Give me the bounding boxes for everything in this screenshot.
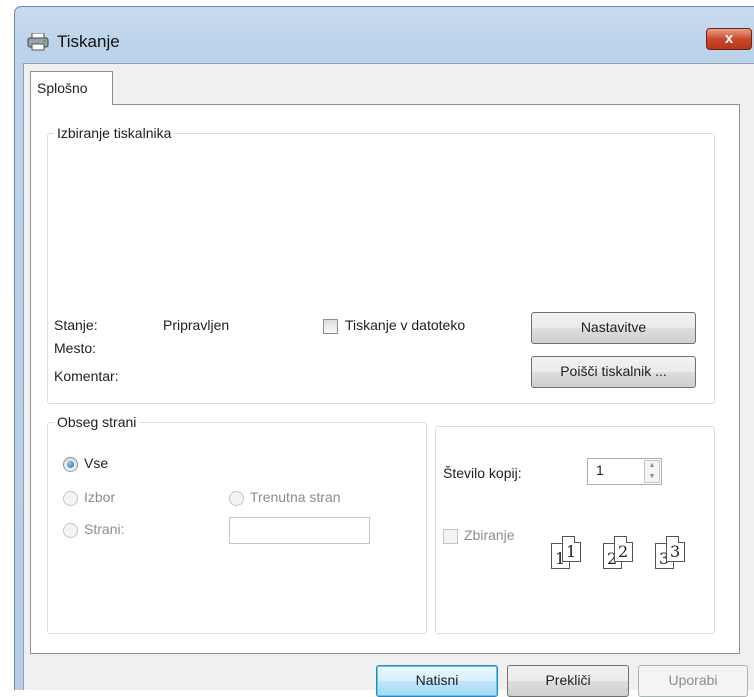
comment-label: Komentar: (54, 368, 119, 384)
print-to-file-checkbox[interactable] (323, 319, 338, 334)
collate-page-1b: 1 (562, 536, 581, 562)
selection-radio[interactable] (63, 491, 78, 506)
close-button[interactable]: x (706, 28, 752, 50)
spin-up-icon[interactable]: ▲ (645, 461, 659, 472)
all-pages-radio[interactable] (63, 457, 78, 472)
copies-spinner[interactable]: ▲ ▼ (644, 460, 660, 483)
current-page-label[interactable]: Trenutna stran (250, 489, 341, 505)
copies-count-label: Število kopij: (443, 465, 522, 481)
print-dialog-window: Tiskanje x Splošno Izbiranje tiskalnika … (14, 6, 754, 697)
pages-input[interactable] (229, 517, 370, 544)
spin-down-icon[interactable]: ▼ (645, 472, 659, 483)
print-button[interactable]: Natisni (376, 665, 498, 697)
current-page-radio[interactable] (229, 491, 244, 506)
printer-icon (27, 33, 49, 51)
tab-panel-general: Izbiranje tiskalnika Stanje: Pripravljen… (30, 104, 740, 654)
print-to-file-label[interactable]: Tiskanje v datoteko (345, 317, 465, 333)
collate-label[interactable]: Zbiranje (464, 527, 515, 543)
apply-button[interactable]: Uporabi (638, 665, 748, 697)
collate-checkbox[interactable] (443, 529, 458, 544)
pages-radio[interactable] (63, 523, 78, 538)
status-label: Stanje: (54, 317, 98, 333)
collate-page-2b: 2 (614, 536, 633, 562)
page-range-legend: Obseg strani (57, 414, 137, 430)
all-pages-label[interactable]: Vse (84, 455, 108, 471)
collate-page-3b: 3 (666, 536, 685, 562)
status-value: Pripravljen (163, 317, 230, 333)
selection-label[interactable]: Izbor (84, 489, 115, 505)
pages-label[interactable]: Strani: (84, 521, 124, 537)
tab-general[interactable]: Splošno (30, 71, 113, 105)
title-bar[interactable]: Tiskanje x (15, 7, 754, 63)
location-label: Mesto: (54, 340, 97, 356)
printer-selection-legend: Izbiranje tiskalnika (57, 125, 172, 141)
dialog-client-area: Splošno Izbiranje tiskalnika Stanje: Pri… (23, 63, 754, 697)
find-printer-button[interactable]: Poišči tiskalnik ... (531, 356, 696, 388)
window-title: Tiskanje (57, 32, 120, 51)
cancel-button[interactable]: Prekliči (507, 665, 629, 697)
preferences-button[interactable]: Nastavitve (531, 312, 696, 344)
